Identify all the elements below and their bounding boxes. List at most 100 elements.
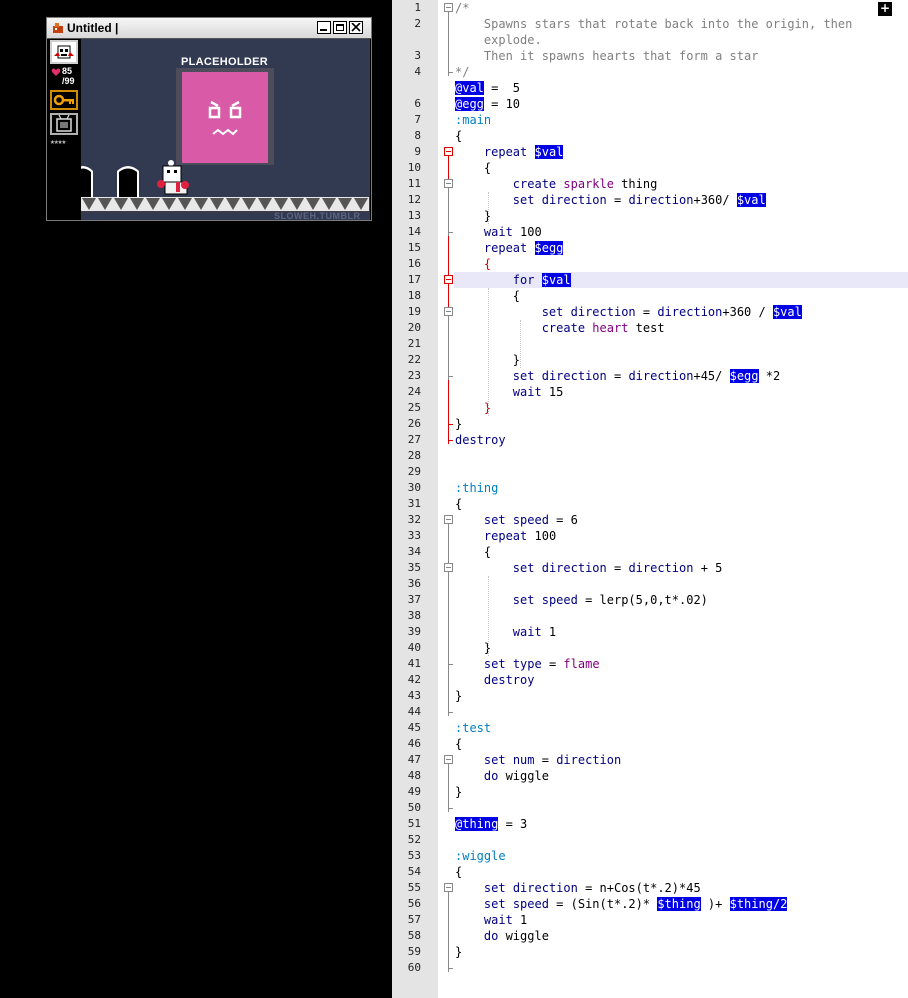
close-button[interactable] bbox=[349, 21, 363, 34]
line-number: 48 bbox=[407, 769, 421, 782]
code-line[interactable]: Spawns stars that rotate back into the o… bbox=[455, 16, 852, 32]
code-line[interactable]: @egg = 10 bbox=[455, 96, 520, 112]
code-line[interactable]: } bbox=[455, 784, 462, 800]
line-number: 49 bbox=[407, 785, 421, 798]
fold-end bbox=[448, 968, 453, 969]
code-line[interactable]: wait 100 bbox=[455, 224, 542, 240]
code-line[interactable]: @val = 5 bbox=[455, 80, 520, 96]
code-token: = bbox=[541, 657, 564, 671]
code-line[interactable]: Then it spawns hearts that form a star bbox=[455, 48, 759, 64]
minimize-button[interactable] bbox=[317, 21, 331, 34]
code-line[interactable]: destroy bbox=[455, 432, 506, 448]
fold-toggle-icon[interactable] bbox=[444, 515, 453, 524]
code-line[interactable]: do wiggle bbox=[455, 768, 549, 784]
line-number: 16 bbox=[407, 257, 421, 270]
line-number: 53 bbox=[407, 849, 421, 862]
fold-toggle-icon[interactable] bbox=[444, 147, 453, 156]
angry-face-icon bbox=[208, 100, 242, 136]
fold-toggle-icon[interactable] bbox=[444, 3, 453, 12]
code-editor[interactable]: 1 2 3 4 6 7 8 9 10 11 12 13 14 15 16 17 18 19 20 21 22 23 24 25… bbox=[392, 0, 908, 998]
indent-guide bbox=[520, 320, 521, 368]
code-line[interactable]: set direction = direction + 5 bbox=[455, 560, 723, 576]
code-line[interactable]: set num = direction bbox=[455, 752, 621, 768]
code-token: set bbox=[541, 305, 564, 319]
fold-toggle-icon[interactable] bbox=[444, 755, 453, 764]
title-bar[interactable]: Untitled | bbox=[47, 18, 371, 39]
code-line[interactable]: { bbox=[455, 544, 491, 560]
code-line[interactable]: destroy bbox=[455, 672, 535, 688]
fold-toggle-icon[interactable] bbox=[444, 563, 453, 572]
code-line[interactable]: set speed = lerp(5,0,t*.02) bbox=[455, 592, 708, 608]
code-line[interactable]: { bbox=[455, 496, 462, 512]
code-line[interactable]: { bbox=[455, 128, 462, 144]
code-line[interactable]: wait 1 bbox=[455, 912, 527, 928]
code-token: wiggle bbox=[498, 769, 549, 783]
code-line[interactable]: :thing bbox=[455, 480, 498, 496]
item-slot bbox=[50, 113, 78, 135]
code-line[interactable]: } bbox=[455, 208, 491, 224]
code-line[interactable]: set direction = direction+360/ $val bbox=[455, 192, 766, 208]
code-line[interactable]: @thing = 3 bbox=[455, 816, 527, 832]
code-line[interactable]: :wiggle bbox=[455, 848, 506, 864]
code-line[interactable]: set direction = direction+45/ $egg *2 bbox=[455, 368, 780, 384]
code-line[interactable]: { bbox=[455, 736, 462, 752]
code-line[interactable]: } bbox=[455, 416, 462, 432]
code-line[interactable]: set direction = direction+360 / $val bbox=[455, 304, 802, 320]
code-line[interactable]: { bbox=[455, 864, 462, 880]
code-line[interactable]: :main bbox=[455, 112, 491, 128]
code-line[interactable]: create heart test bbox=[455, 320, 665, 336]
line-number: 6 bbox=[414, 97, 421, 110]
variable-token: $val bbox=[541, 273, 571, 287]
line-number: 43 bbox=[407, 689, 421, 702]
fold-toggle-icon[interactable] bbox=[444, 275, 453, 284]
code-line[interactable]: repeat $val bbox=[455, 144, 564, 160]
code-line[interactable]: { bbox=[455, 160, 491, 176]
add-button[interactable]: + bbox=[878, 2, 892, 16]
code-line[interactable]: wait 1 bbox=[455, 624, 556, 640]
code-line[interactable]: set speed = 6 bbox=[455, 512, 578, 528]
line-number: 19 bbox=[407, 305, 421, 318]
code-line[interactable]: explode. bbox=[455, 32, 542, 48]
line-number: 29 bbox=[407, 465, 421, 478]
code-token: 100 bbox=[512, 225, 542, 239]
fold-toggle-icon[interactable] bbox=[444, 307, 453, 316]
code-line[interactable]: } bbox=[455, 944, 462, 960]
code-line[interactable]: do wiggle bbox=[455, 928, 549, 944]
code-line[interactable]: } bbox=[455, 400, 491, 416]
code-line[interactable]: wait 15 bbox=[455, 384, 564, 400]
code-line[interactable]: repeat 100 bbox=[455, 528, 556, 544]
code-line[interactable]: :test bbox=[455, 720, 491, 736]
fold-end bbox=[448, 712, 453, 713]
code-token: direction bbox=[541, 561, 607, 575]
variable-token: $val bbox=[736, 193, 766, 207]
line-number: 13 bbox=[407, 209, 421, 222]
code-line[interactable]: /* bbox=[455, 0, 469, 16]
code-line[interactable]: */ bbox=[455, 64, 469, 80]
game-window: Untitled | 85 /99 ★★★★ PLACEHOLDER SLOWE… bbox=[46, 17, 372, 221]
code-line[interactable]: { bbox=[455, 256, 491, 272]
code-token: repeat bbox=[483, 145, 528, 159]
portrait-icon bbox=[54, 45, 74, 59]
code-line[interactable]: set direction = n+Cos(t*.2)*45 bbox=[455, 880, 701, 896]
code-line[interactable]: for $val bbox=[455, 272, 571, 288]
code-line[interactable]: set type = flame bbox=[455, 656, 600, 672]
code-line[interactable]: } bbox=[455, 688, 462, 704]
code-token: flame bbox=[563, 657, 600, 671]
fold-toggle-icon[interactable] bbox=[444, 883, 453, 892]
maximize-icon bbox=[336, 24, 344, 31]
code-line[interactable]: create sparkle thing bbox=[455, 176, 658, 192]
code-line[interactable]: set speed = (Sin(t*.2)* $thing )+ $thing… bbox=[455, 896, 788, 912]
line-number: 8 bbox=[414, 129, 421, 142]
fold-toggle-icon[interactable] bbox=[444, 179, 453, 188]
code-line[interactable]: repeat $egg bbox=[455, 240, 564, 256]
maximize-button[interactable] bbox=[333, 21, 347, 34]
code-line[interactable]: } bbox=[455, 640, 491, 656]
line-number: 40 bbox=[407, 641, 421, 654]
line-number: 15 bbox=[407, 241, 421, 254]
